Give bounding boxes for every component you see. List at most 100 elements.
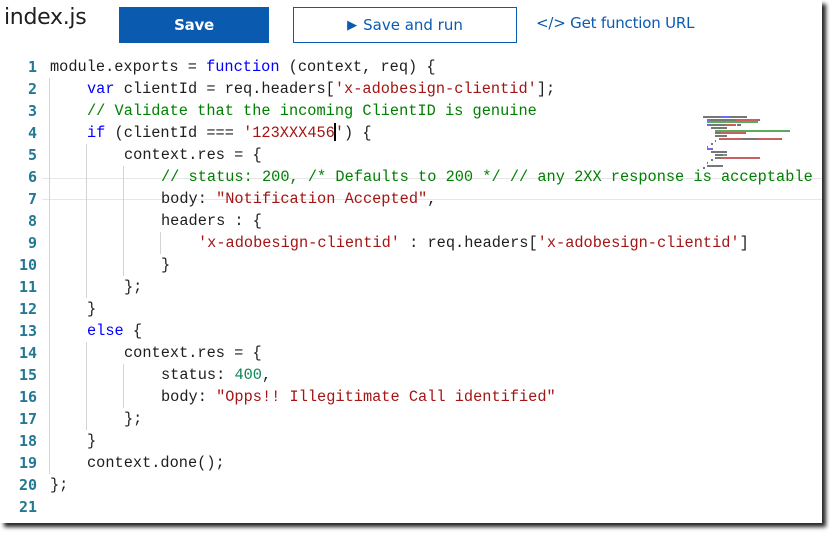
minimap-token bbox=[729, 116, 747, 118]
code-line[interactable]: 20}; bbox=[0, 474, 822, 496]
line-number: 2 bbox=[27, 80, 37, 98]
minimap-token bbox=[715, 140, 716, 143]
code-line[interactable]: 2 var clientId = req.headers['x-adobesign… bbox=[0, 78, 822, 100]
code-text: }; bbox=[124, 276, 142, 298]
minimap-token bbox=[726, 153, 727, 156]
code-token-plain: ) { bbox=[344, 124, 372, 142]
code-text: status: 400, bbox=[161, 364, 271, 386]
code-line[interactable]: 21 bbox=[0, 496, 822, 518]
minimap-token bbox=[738, 124, 741, 127]
minimap-token bbox=[758, 137, 781, 140]
code-line[interactable]: 13 else { bbox=[0, 320, 822, 342]
code-text: if (clientId === '123XXX456') { bbox=[87, 122, 372, 144]
code-token-plain: body: bbox=[161, 388, 217, 406]
code-token-plain: , bbox=[427, 190, 437, 208]
code-token-plain: context.res = { bbox=[124, 344, 262, 362]
line-number: 1 bbox=[27, 58, 37, 76]
code-token-plain: ] bbox=[739, 234, 749, 252]
code-text: module.exports = function (context, req)… bbox=[50, 56, 436, 78]
code-token-plain: (clientId === bbox=[105, 124, 244, 142]
minimap-token bbox=[707, 161, 708, 164]
line-number: 11 bbox=[18, 278, 37, 296]
code-line[interactable]: 4 if (clientId === '123XXX456') { bbox=[0, 122, 822, 144]
indent-guide bbox=[123, 166, 124, 276]
code-text: body: "Notification Accepted", bbox=[161, 188, 436, 210]
minimap-token bbox=[721, 156, 760, 159]
code-line[interactable]: 5 context.res = { bbox=[0, 144, 822, 166]
code-editor[interactable]: 1 module.exports = function (context, req… bbox=[0, 56, 822, 518]
code-token-str: 'x-adobesign-clientid' bbox=[334, 80, 537, 98]
line-number: 17 bbox=[18, 410, 37, 428]
code-text: context.done(); bbox=[87, 452, 225, 474]
code-line[interactable]: 14 context.res = { bbox=[0, 342, 822, 364]
minimap-token bbox=[719, 137, 742, 140]
minimap-token bbox=[725, 124, 736, 127]
line-number: 20 bbox=[18, 476, 37, 494]
line-number: 12 bbox=[18, 300, 37, 318]
code-text: }; bbox=[124, 408, 142, 430]
minimap-token bbox=[715, 153, 723, 156]
code-token-num: 400 bbox=[234, 366, 262, 384]
minimap-token bbox=[721, 132, 745, 135]
code-token-kw: if bbox=[87, 124, 106, 142]
code-token-plain: clientId = req.headers[ bbox=[114, 80, 335, 98]
minimap[interactable] bbox=[703, 116, 821, 174]
line-number: 18 bbox=[18, 432, 37, 450]
minimap-token bbox=[703, 116, 721, 118]
minimap-token bbox=[709, 124, 725, 127]
indent-guide bbox=[86, 144, 87, 298]
line-number: 5 bbox=[27, 146, 37, 164]
code-token-str: 'x-adobesign-clientid' bbox=[198, 234, 400, 252]
minimap-token bbox=[703, 167, 705, 170]
line-number: 15 bbox=[18, 366, 37, 384]
code-line[interactable]: 19 context.done(); bbox=[0, 452, 822, 474]
code-token-plain: headers : { bbox=[161, 212, 262, 230]
code-token-plain: context.res = { bbox=[124, 146, 262, 164]
minimap-token bbox=[781, 137, 782, 140]
line-number: 10 bbox=[18, 256, 37, 274]
minimap-token bbox=[711, 148, 713, 151]
code-line[interactable]: 11}; bbox=[0, 276, 822, 298]
code-token-str: "Opps!! Illegitimate Call identified" bbox=[216, 388, 556, 406]
indent-guide bbox=[49, 78, 50, 474]
indent-guide bbox=[160, 232, 161, 254]
code-line[interactable]: 17}; bbox=[0, 408, 822, 430]
code-token-cm: // Validate that the incoming ClientID i… bbox=[87, 102, 537, 120]
minimap-token bbox=[707, 164, 723, 167]
code-token-plain: } bbox=[87, 300, 97, 318]
code-line[interactable]: 12} bbox=[0, 298, 822, 320]
code-token-plain: context.done(); bbox=[87, 454, 225, 472]
minimap-token bbox=[745, 132, 746, 135]
code-line[interactable]: 1 module.exports = function (context, req… bbox=[0, 56, 822, 78]
code-token-kw: else bbox=[87, 322, 124, 340]
text-cursor bbox=[333, 122, 336, 141]
code-token-str: '123XXX456 bbox=[243, 124, 335, 142]
line-number: 14 bbox=[18, 344, 37, 362]
play-icon: ▶ bbox=[347, 17, 358, 33]
code-token-plain: , bbox=[261, 366, 272, 384]
indent-guide bbox=[123, 364, 124, 408]
code-token-plain: module.exports = bbox=[50, 58, 207, 76]
code-token-plain: (context, req) { bbox=[279, 58, 436, 76]
code-text: else { bbox=[87, 320, 142, 342]
minimap-token bbox=[710, 118, 735, 121]
line-number: 13 bbox=[18, 322, 37, 340]
code-token-plain: } bbox=[87, 432, 97, 450]
code-token-kw: function bbox=[206, 58, 280, 76]
save-and-run-button[interactable]: ▶ Save and run bbox=[293, 7, 517, 43]
code-token-plain: }; bbox=[124, 410, 143, 428]
minimap-token bbox=[707, 121, 758, 124]
code-token-plain: body: bbox=[161, 190, 217, 208]
line-number: 19 bbox=[18, 454, 37, 472]
code-token-plain: ]; bbox=[536, 80, 556, 98]
code-token-plain: }; bbox=[50, 476, 69, 494]
code-line[interactable]: 18} bbox=[0, 430, 822, 452]
code-token-str: "Notification Accepted" bbox=[216, 190, 428, 208]
code-line[interactable]: 3 // Validate that the incoming ClientID … bbox=[0, 100, 822, 122]
save-button[interactable]: Save bbox=[119, 7, 269, 43]
minimap-token bbox=[758, 118, 760, 121]
line-number: 21 bbox=[18, 498, 37, 516]
code-token-str: ' bbox=[334, 124, 345, 142]
get-function-url-link[interactable]: </> Get function URL bbox=[536, 14, 694, 32]
minimap-token bbox=[742, 137, 758, 140]
